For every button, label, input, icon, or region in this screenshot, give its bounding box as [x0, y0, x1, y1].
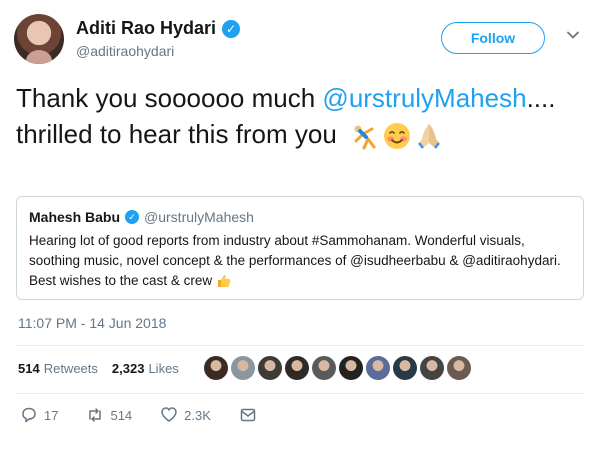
liker-avatar[interactable] [258, 356, 282, 380]
reply-count: 17 [44, 407, 59, 423]
verified-badge-icon: ✓ [222, 19, 241, 38]
liker-avatar[interactable] [285, 356, 309, 380]
divider [16, 345, 584, 346]
cartwheel-emoji [354, 125, 376, 150]
chevron-down-icon[interactable] [566, 28, 580, 42]
author-name-row: Aditi Rao Hydari ✓ [76, 18, 241, 39]
follow-button[interactable]: Follow [441, 22, 545, 54]
liker-avatar[interactable] [339, 356, 363, 380]
quoted-tweet[interactable]: Mahesh Babu ✓ @urstrulyMahesh Hearing lo… [16, 196, 584, 300]
retweet-button[interactable]: 514 [86, 406, 132, 424]
tweet-text: Thank you soooooo much @urstrulyMahesh..… [16, 80, 586, 152]
reply-icon [22, 407, 36, 423]
retweets-count: 514 [18, 361, 40, 376]
envelope-icon [240, 408, 256, 422]
like-count: 2.3K [184, 407, 211, 423]
tweet-mention-link[interactable]: @urstrulyMahesh [322, 83, 526, 113]
retweet-count: 514 [110, 407, 133, 423]
reply-button[interactable]: 17 [20, 406, 58, 424]
quoted-author-handle: @urstrulyMahesh [144, 209, 254, 225]
retweets-stat[interactable]: 514 Retweets [18, 361, 98, 376]
quoted-tweet-body: Hearing lot of good reports from industr… [29, 233, 561, 288]
liker-avatar[interactable] [231, 356, 255, 380]
quoted-tweet-header: Mahesh Babu ✓ @urstrulyMahesh [29, 209, 571, 225]
likes-stat[interactable]: 2,323 Likes [112, 361, 179, 376]
author-handle[interactable]: @aditiraohydari [76, 43, 174, 59]
heart-icon [161, 407, 177, 422]
liker-avatar[interactable] [393, 356, 417, 380]
thumbs-up-emoji [217, 275, 231, 288]
divider [16, 393, 584, 394]
tweet-emojis [350, 121, 444, 151]
liker-avatar[interactable] [312, 356, 336, 380]
likes-label: Likes [148, 361, 179, 376]
engagement-stats: 514 Retweets 2,323 Likes [18, 361, 179, 376]
quoted-tweet-text: Hearing lot of good reports from industr… [29, 231, 571, 291]
author-name[interactable]: Aditi Rao Hydari [76, 18, 216, 39]
tweet-timestamp[interactable]: 11:07 PM - 14 Jun 2018 [18, 315, 166, 331]
liker-avatar[interactable] [366, 356, 390, 380]
blush-emoji [384, 123, 411, 150]
tweet-actions: 17 514 2.3K [20, 406, 285, 424]
liker-avatar[interactable] [447, 356, 471, 380]
retweets-label: Retweets [43, 361, 98, 376]
folded-hands-emoji [418, 124, 441, 149]
tweet-text-part1: Thank you soooooo much [16, 83, 323, 113]
quoted-author-name: Mahesh Babu [29, 209, 121, 225]
verified-badge-icon: ✓ [125, 210, 140, 224]
liker-avatar[interactable] [420, 356, 444, 380]
likes-count: 2,323 [111, 361, 145, 376]
like-button[interactable]: 2.3K [160, 406, 211, 424]
retweet-icon [89, 408, 102, 422]
liker-avatars [204, 356, 471, 380]
profile-avatar[interactable] [14, 14, 64, 64]
message-button[interactable] [239, 406, 257, 424]
liker-avatar[interactable] [204, 356, 228, 380]
